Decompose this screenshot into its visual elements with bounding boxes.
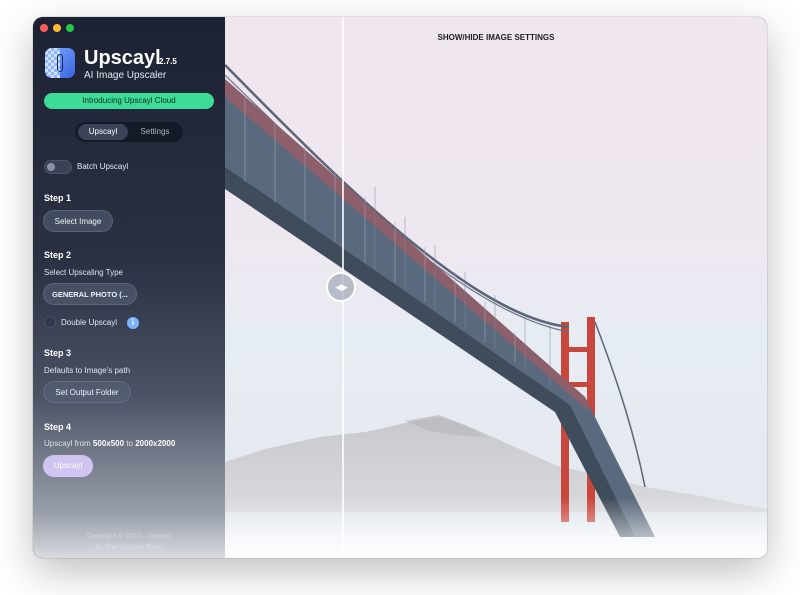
set-output-folder-button[interactable]: Set Output Folder — [43, 381, 131, 403]
bottom-fade — [225, 498, 767, 558]
step4-to-word: to — [126, 439, 133, 448]
sidebar-tabs: Upscayl Settings — [75, 122, 183, 142]
step3-title: Step 3 — [44, 348, 72, 358]
upscayl-logo-icon — [45, 48, 75, 78]
double-upscayl-label: Double Upscayl — [61, 318, 118, 327]
step3-description: Defaults to Image's path — [44, 366, 131, 375]
app-name: Upscayl — [84, 47, 161, 69]
info-icon[interactable]: i — [127, 317, 139, 329]
step2-description: Select Upscaling Type — [44, 268, 124, 277]
upscayl-button[interactable]: Upscayl — [43, 455, 93, 477]
step1-title: Step 1 — [44, 193, 72, 203]
close-window-button[interactable] — [40, 24, 48, 32]
footer-copyright: Copyright © 2024 · Upscayl — [86, 533, 172, 540]
step4-from-resolution: 500x500 — [92, 439, 125, 448]
upscayl-cloud-button[interactable]: Introducing Upscayl Cloud — [44, 93, 214, 109]
step4-to-resolution: 2000x2000 — [135, 439, 176, 448]
tab-upscayl[interactable]: Upscayl — [78, 124, 128, 140]
batch-upscayl-label: Batch Upscayl — [77, 162, 129, 171]
app-subtitle: AI Image Upscaler — [84, 70, 167, 81]
footer-team: By The Upscayl Team — [95, 544, 163, 551]
app-version: 2.7.5 — [159, 57, 177, 66]
image-viewer: SHOW/HIDE IMAGE SETTINGS ◀▶ — [225, 17, 767, 558]
app-window: Upscayl 2.7.5 AI Image Upscaler Introduc… — [33, 17, 767, 558]
select-image-button[interactable]: Select Image — [43, 210, 113, 232]
double-upscayl-checkbox[interactable] — [44, 316, 56, 328]
minimize-window-button[interactable] — [53, 24, 61, 32]
step4-title: Step 4 — [44, 422, 72, 432]
maximize-window-button[interactable] — [66, 24, 74, 32]
model-select[interactable]: GENERAL PHOTO (... — [43, 283, 137, 305]
window-controls — [40, 24, 74, 32]
step4-description: Upscayl from 500x500 to 2000x2000 — [44, 439, 175, 448]
sidebar: Upscayl 2.7.5 AI Image Upscaler Introduc… — [33, 17, 225, 558]
bridge-image — [225, 64, 767, 558]
show-hide-image-settings-link[interactable]: SHOW/HIDE IMAGE SETTINGS — [225, 33, 767, 42]
step4-prefix: Upscayl from — [44, 439, 91, 448]
compare-slider-handle-icon[interactable]: ◀▶ — [326, 272, 356, 302]
step2-title: Step 2 — [44, 250, 72, 260]
batch-upscayl-toggle[interactable] — [44, 160, 72, 174]
tab-settings[interactable]: Settings — [131, 124, 179, 140]
